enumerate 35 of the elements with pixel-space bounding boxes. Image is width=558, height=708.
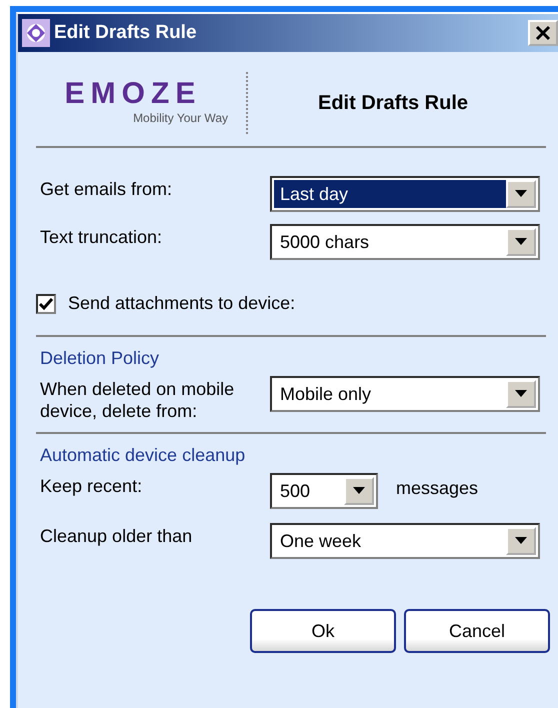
caret-icon bbox=[515, 537, 527, 545]
caret-icon bbox=[515, 190, 527, 198]
dialog-button[interactable]: Ok bbox=[250, 609, 396, 653]
window-title: Edit Drafts Rule bbox=[54, 20, 197, 45]
logo-wordmark: EMOZE bbox=[64, 79, 202, 109]
caret-icon bbox=[515, 390, 527, 398]
section-heading: Deletion Policy bbox=[40, 347, 160, 370]
dropdown[interactable]: Last day bbox=[270, 176, 540, 212]
dialog-button[interactable]: Cancel bbox=[404, 609, 550, 653]
caret-icon bbox=[515, 238, 527, 246]
section-heading: Automatic device cleanup bbox=[40, 444, 246, 467]
dialog-title: Edit Drafts Rule bbox=[316, 91, 470, 116]
dropdown-arrow-button[interactable] bbox=[506, 380, 536, 408]
dropdown-arrow-button[interactable] bbox=[506, 228, 536, 256]
close-button[interactable] bbox=[528, 20, 558, 46]
caret-icon bbox=[353, 487, 365, 495]
dropdown[interactable]: One week bbox=[270, 523, 540, 559]
unit-label: messages bbox=[396, 477, 478, 500]
app-icon bbox=[22, 19, 50, 47]
field-label: Text truncation: bbox=[40, 226, 164, 248]
dropdown-arrow-button[interactable] bbox=[506, 527, 536, 555]
field-label: When deleted on mobile device, delete from: bbox=[40, 378, 236, 422]
dropdown-arrow-button[interactable] bbox=[506, 180, 536, 208]
dropdown[interactable]: Mobile only bbox=[270, 376, 540, 412]
field-label: Keep recent: bbox=[40, 475, 144, 497]
checkbox[interactable] bbox=[36, 294, 56, 314]
checkbox-label: Send attachments to device: bbox=[68, 292, 296, 315]
dropdown[interactable]: 5000 chars bbox=[270, 224, 540, 260]
field-label: Get emails from: bbox=[40, 178, 174, 200]
check-icon bbox=[39, 296, 53, 310]
logo-tagline: Mobility Your Way bbox=[133, 110, 228, 127]
field-label: Cleanup older than bbox=[40, 525, 194, 547]
dropdown[interactable]: 500 bbox=[270, 473, 378, 509]
close-icon bbox=[535, 25, 551, 41]
dropdown-arrow-button[interactable] bbox=[344, 477, 374, 505]
